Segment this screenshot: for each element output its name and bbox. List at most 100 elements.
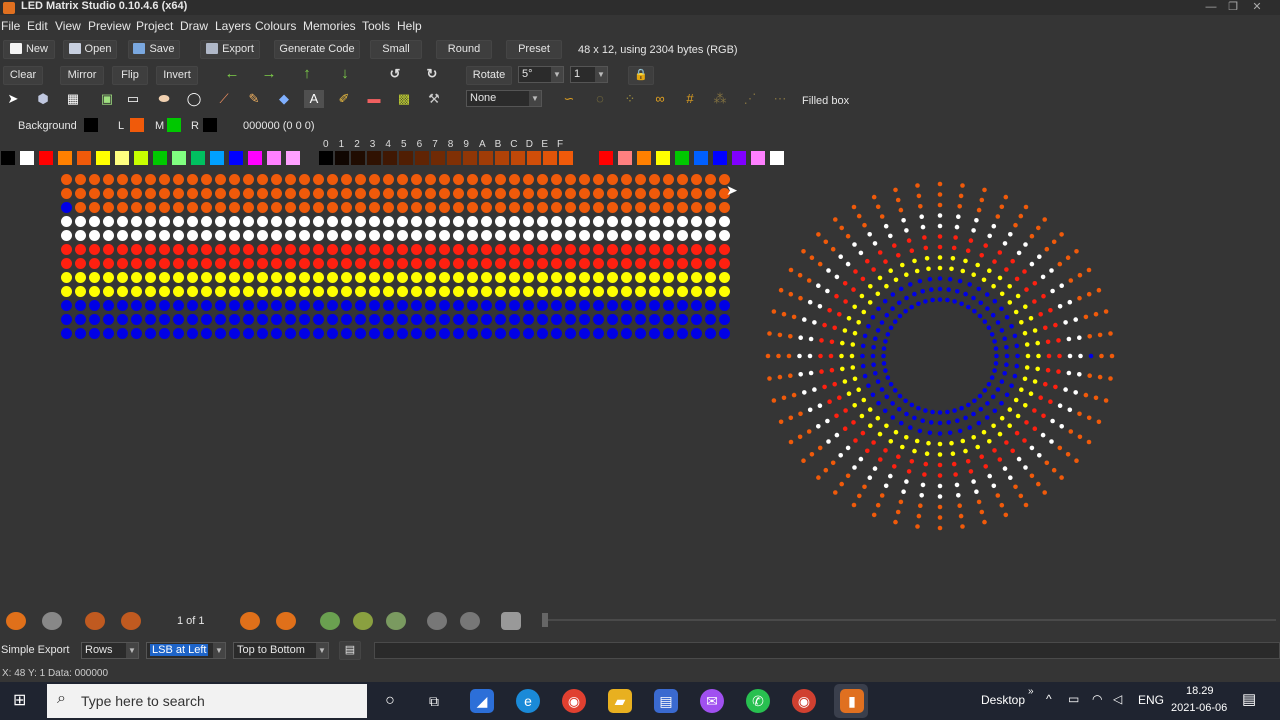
led-pixel[interactable] xyxy=(635,300,646,311)
led-pixel[interactable] xyxy=(593,314,604,325)
shade-swatch[interactable] xyxy=(335,151,349,165)
led-pixel[interactable] xyxy=(383,230,394,241)
led-pixel[interactable] xyxy=(355,244,366,255)
led-pixel[interactable] xyxy=(131,216,142,227)
clear-button[interactable]: Clear xyxy=(3,66,43,85)
onion-skin-icon[interactable] xyxy=(501,612,521,630)
led-pixel[interactable] xyxy=(243,202,254,213)
led-pixel[interactable] xyxy=(89,286,100,297)
palette-swatch[interactable] xyxy=(77,151,91,165)
led-pixel[interactable] xyxy=(271,188,282,199)
led-pixel[interactable] xyxy=(705,258,716,269)
led-pixel[interactable] xyxy=(369,202,380,213)
menu-tools[interactable]: Tools xyxy=(362,19,390,33)
led-pixel[interactable] xyxy=(607,216,618,227)
shade-swatch[interactable] xyxy=(351,151,365,165)
led-pixel[interactable] xyxy=(691,258,702,269)
led-pixel[interactable] xyxy=(159,244,170,255)
led-pixel[interactable] xyxy=(271,244,282,255)
palette-swatch[interactable] xyxy=(229,151,243,165)
add-frame-copy-icon[interactable] xyxy=(353,612,373,630)
led-pixel[interactable] xyxy=(383,258,394,269)
led-pixel[interactable] xyxy=(551,202,562,213)
led-pixel[interactable] xyxy=(467,286,478,297)
led-pixel[interactable] xyxy=(551,244,562,255)
led-pixel[interactable] xyxy=(313,188,324,199)
led-pixel[interactable] xyxy=(523,258,534,269)
led-pixel[interactable] xyxy=(257,216,268,227)
shade-swatch[interactable] xyxy=(463,151,477,165)
new-button[interactable]: New xyxy=(3,40,55,59)
led-pixel[interactable] xyxy=(593,244,604,255)
menu-preview[interactable]: Preview xyxy=(88,19,131,33)
led-pixel[interactable] xyxy=(89,314,100,325)
led-pixel[interactable] xyxy=(285,300,296,311)
led-pixel[interactable] xyxy=(509,244,520,255)
led-pixel[interactable] xyxy=(565,230,576,241)
led-pixel[interactable] xyxy=(495,230,506,241)
led-pixel[interactable] xyxy=(691,188,702,199)
led-pixel[interactable] xyxy=(607,174,618,185)
language-indicator[interactable]: ENG xyxy=(1138,693,1164,707)
led-pixel[interactable] xyxy=(61,328,72,339)
led-pixel[interactable] xyxy=(159,314,170,325)
led-pixel[interactable] xyxy=(537,244,548,255)
task-view-icon[interactable]: ⧉ xyxy=(422,689,446,713)
app-icon-1[interactable]: ◢ xyxy=(470,689,494,713)
led-pixel[interactable] xyxy=(103,174,114,185)
led-pixel[interactable] xyxy=(635,272,646,283)
led-pixel[interactable] xyxy=(271,286,282,297)
led-pixel[interactable] xyxy=(173,230,184,241)
led-pixel[interactable] xyxy=(61,314,72,325)
led-pixel[interactable] xyxy=(677,216,688,227)
led-pixel[interactable] xyxy=(439,202,450,213)
led-pixel[interactable] xyxy=(117,188,128,199)
pattern-tool-icon[interactable]: ▩ xyxy=(394,90,414,108)
led-pixel[interactable] xyxy=(607,314,618,325)
led-pixel[interactable] xyxy=(341,258,352,269)
battery-icon[interactable]: ▭ xyxy=(1068,692,1079,706)
led-pixel[interactable] xyxy=(117,216,128,227)
led-pixel[interactable] xyxy=(467,202,478,213)
led-pixel[interactable] xyxy=(327,286,338,297)
led-pixel[interactable] xyxy=(663,272,674,283)
led-pixel[interactable] xyxy=(243,216,254,227)
palette-swatch[interactable] xyxy=(153,151,167,165)
led-pixel[interactable] xyxy=(495,202,506,213)
led-pixel[interactable] xyxy=(61,300,72,311)
windows-start-icon[interactable]: ⊞ xyxy=(13,692,31,710)
led-pixel[interactable] xyxy=(635,174,646,185)
led-pixel[interactable] xyxy=(299,174,310,185)
led-pixel[interactable] xyxy=(159,258,170,269)
led-pixel[interactable] xyxy=(537,314,548,325)
led-pixel[interactable] xyxy=(103,272,114,283)
led-pixel[interactable] xyxy=(257,328,268,339)
led-pixel[interactable] xyxy=(145,174,156,185)
led-pixel[interactable] xyxy=(131,244,142,255)
led-pixel[interactable] xyxy=(677,300,688,311)
led-pixel[interactable] xyxy=(257,314,268,325)
right-color-swatch[interactable] xyxy=(203,118,217,132)
led-pixel[interactable] xyxy=(495,244,506,255)
led-pixel[interactable] xyxy=(131,272,142,283)
led-pixel[interactable] xyxy=(649,328,660,339)
led-pixel[interactable] xyxy=(537,188,548,199)
led-pixel[interactable] xyxy=(257,300,268,311)
led-pixel[interactable] xyxy=(635,188,646,199)
led-pixel[interactable] xyxy=(117,258,128,269)
led-pixel[interactable] xyxy=(551,188,562,199)
save-button[interactable]: Save xyxy=(128,40,180,59)
led-pixel[interactable] xyxy=(411,328,422,339)
led-pixel[interactable] xyxy=(719,328,730,339)
led-pixel[interactable] xyxy=(75,202,86,213)
led-pixel[interactable] xyxy=(411,230,422,241)
led-pixel[interactable] xyxy=(383,272,394,283)
led-pixel[interactable] xyxy=(481,174,492,185)
led-pixel[interactable] xyxy=(495,258,506,269)
led-pixel[interactable] xyxy=(341,328,352,339)
led-pixel[interactable] xyxy=(397,188,408,199)
led-pixel[interactable] xyxy=(131,314,142,325)
round-button[interactable]: Round xyxy=(436,40,492,59)
led-pixel[interactable] xyxy=(173,286,184,297)
led-pixel[interactable] xyxy=(649,272,660,283)
